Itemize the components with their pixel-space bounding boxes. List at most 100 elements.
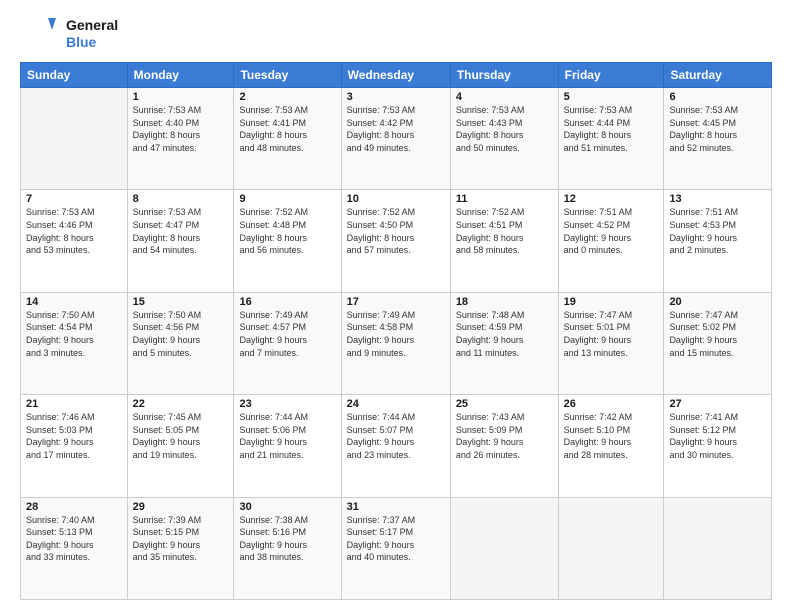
- calendar-cell: 10Sunrise: 7:52 AMSunset: 4:50 PMDayligh…: [341, 190, 450, 292]
- day-info: Sunrise: 7:46 AMSunset: 5:03 PMDaylight:…: [26, 411, 122, 461]
- column-header-saturday: Saturday: [664, 63, 772, 88]
- day-info: Sunrise: 7:49 AMSunset: 4:58 PMDaylight:…: [347, 309, 445, 359]
- calendar-cell: 4Sunrise: 7:53 AMSunset: 4:43 PMDaylight…: [450, 88, 558, 190]
- calendar-cell: 21Sunrise: 7:46 AMSunset: 5:03 PMDayligh…: [21, 395, 128, 497]
- day-info: Sunrise: 7:52 AMSunset: 4:51 PMDaylight:…: [456, 206, 553, 256]
- calendar-cell: 31Sunrise: 7:37 AMSunset: 5:17 PMDayligh…: [341, 497, 450, 599]
- column-header-thursday: Thursday: [450, 63, 558, 88]
- calendar-cell: 30Sunrise: 7:38 AMSunset: 5:16 PMDayligh…: [234, 497, 341, 599]
- day-number: 31: [347, 501, 445, 513]
- day-number: 28: [26, 501, 122, 513]
- day-number: 19: [564, 296, 659, 308]
- calendar-cell: 28Sunrise: 7:40 AMSunset: 5:13 PMDayligh…: [21, 497, 128, 599]
- day-number: 2: [239, 91, 335, 103]
- day-number: 3: [347, 91, 445, 103]
- day-number: 11: [456, 193, 553, 205]
- calendar-cell: 25Sunrise: 7:43 AMSunset: 5:09 PMDayligh…: [450, 395, 558, 497]
- day-number: 6: [669, 91, 766, 103]
- day-number: 5: [564, 91, 659, 103]
- day-info: Sunrise: 7:41 AMSunset: 5:12 PMDaylight:…: [669, 411, 766, 461]
- day-info: Sunrise: 7:53 AMSunset: 4:42 PMDaylight:…: [347, 104, 445, 154]
- day-info: Sunrise: 7:43 AMSunset: 5:09 PMDaylight:…: [456, 411, 553, 461]
- calendar-cell: 11Sunrise: 7:52 AMSunset: 4:51 PMDayligh…: [450, 190, 558, 292]
- day-info: Sunrise: 7:51 AMSunset: 4:52 PMDaylight:…: [564, 206, 659, 256]
- calendar-cell: [558, 497, 664, 599]
- calendar-cell: 9Sunrise: 7:52 AMSunset: 4:48 PMDaylight…: [234, 190, 341, 292]
- day-number: 23: [239, 398, 335, 410]
- day-info: Sunrise: 7:53 AMSunset: 4:47 PMDaylight:…: [133, 206, 229, 256]
- logo: GeneralBlue: [20, 16, 118, 52]
- day-info: Sunrise: 7:49 AMSunset: 4:57 PMDaylight:…: [239, 309, 335, 359]
- day-info: Sunrise: 7:48 AMSunset: 4:59 PMDaylight:…: [456, 309, 553, 359]
- page: GeneralBlue SundayMondayTuesdayWednesday…: [0, 0, 792, 612]
- day-number: 12: [564, 193, 659, 205]
- calendar-cell: 3Sunrise: 7:53 AMSunset: 4:42 PMDaylight…: [341, 88, 450, 190]
- calendar-cell: 19Sunrise: 7:47 AMSunset: 5:01 PMDayligh…: [558, 292, 664, 394]
- day-info: Sunrise: 7:50 AMSunset: 4:56 PMDaylight:…: [133, 309, 229, 359]
- day-info: Sunrise: 7:53 AMSunset: 4:41 PMDaylight:…: [239, 104, 335, 154]
- calendar-cell: 2Sunrise: 7:53 AMSunset: 4:41 PMDaylight…: [234, 88, 341, 190]
- day-info: Sunrise: 7:52 AMSunset: 4:50 PMDaylight:…: [347, 206, 445, 256]
- day-number: 16: [239, 296, 335, 308]
- day-info: Sunrise: 7:52 AMSunset: 4:48 PMDaylight:…: [239, 206, 335, 256]
- day-number: 20: [669, 296, 766, 308]
- day-number: 29: [133, 501, 229, 513]
- calendar-cell: [664, 497, 772, 599]
- day-number: 9: [239, 193, 335, 205]
- column-header-tuesday: Tuesday: [234, 63, 341, 88]
- calendar-cell: 14Sunrise: 7:50 AMSunset: 4:54 PMDayligh…: [21, 292, 128, 394]
- day-number: 17: [347, 296, 445, 308]
- day-info: Sunrise: 7:40 AMSunset: 5:13 PMDaylight:…: [26, 514, 122, 564]
- header: GeneralBlue: [20, 16, 772, 52]
- day-info: Sunrise: 7:44 AMSunset: 5:07 PMDaylight:…: [347, 411, 445, 461]
- calendar-cell: 16Sunrise: 7:49 AMSunset: 4:57 PMDayligh…: [234, 292, 341, 394]
- calendar-cell: 29Sunrise: 7:39 AMSunset: 5:15 PMDayligh…: [127, 497, 234, 599]
- calendar-cell: 8Sunrise: 7:53 AMSunset: 4:47 PMDaylight…: [127, 190, 234, 292]
- day-info: Sunrise: 7:47 AMSunset: 5:02 PMDaylight:…: [669, 309, 766, 359]
- day-number: 30: [239, 501, 335, 513]
- day-number: 13: [669, 193, 766, 205]
- column-header-sunday: Sunday: [21, 63, 128, 88]
- day-number: 18: [456, 296, 553, 308]
- column-header-wednesday: Wednesday: [341, 63, 450, 88]
- calendar-cell: 20Sunrise: 7:47 AMSunset: 5:02 PMDayligh…: [664, 292, 772, 394]
- day-number: 14: [26, 296, 122, 308]
- calendar-cell: 7Sunrise: 7:53 AMSunset: 4:46 PMDaylight…: [21, 190, 128, 292]
- day-number: 1: [133, 91, 229, 103]
- day-info: Sunrise: 7:51 AMSunset: 4:53 PMDaylight:…: [669, 206, 766, 256]
- calendar-cell: 13Sunrise: 7:51 AMSunset: 4:53 PMDayligh…: [664, 190, 772, 292]
- calendar-cell: [21, 88, 128, 190]
- calendar-cell: 1Sunrise: 7:53 AMSunset: 4:40 PMDaylight…: [127, 88, 234, 190]
- logo-blue: Blue: [66, 34, 118, 51]
- calendar-cell: 27Sunrise: 7:41 AMSunset: 5:12 PMDayligh…: [664, 395, 772, 497]
- day-info: Sunrise: 7:53 AMSunset: 4:45 PMDaylight:…: [669, 104, 766, 154]
- day-info: Sunrise: 7:37 AMSunset: 5:17 PMDaylight:…: [347, 514, 445, 564]
- day-number: 7: [26, 193, 122, 205]
- calendar-cell: 18Sunrise: 7:48 AMSunset: 4:59 PMDayligh…: [450, 292, 558, 394]
- calendar-cell: 23Sunrise: 7:44 AMSunset: 5:06 PMDayligh…: [234, 395, 341, 497]
- day-info: Sunrise: 7:53 AMSunset: 4:43 PMDaylight:…: [456, 104, 553, 154]
- day-number: 24: [347, 398, 445, 410]
- logo-general: General: [66, 17, 118, 34]
- day-number: 10: [347, 193, 445, 205]
- day-number: 26: [564, 398, 659, 410]
- day-number: 15: [133, 296, 229, 308]
- day-info: Sunrise: 7:44 AMSunset: 5:06 PMDaylight:…: [239, 411, 335, 461]
- day-info: Sunrise: 7:47 AMSunset: 5:01 PMDaylight:…: [564, 309, 659, 359]
- day-number: 8: [133, 193, 229, 205]
- column-header-monday: Monday: [127, 63, 234, 88]
- calendar-cell: 6Sunrise: 7:53 AMSunset: 4:45 PMDaylight…: [664, 88, 772, 190]
- calendar-cell: 12Sunrise: 7:51 AMSunset: 4:52 PMDayligh…: [558, 190, 664, 292]
- day-number: 27: [669, 398, 766, 410]
- logo-svg: [20, 16, 60, 52]
- day-number: 21: [26, 398, 122, 410]
- day-info: Sunrise: 7:42 AMSunset: 5:10 PMDaylight:…: [564, 411, 659, 461]
- calendar-cell: 5Sunrise: 7:53 AMSunset: 4:44 PMDaylight…: [558, 88, 664, 190]
- day-info: Sunrise: 7:50 AMSunset: 4:54 PMDaylight:…: [26, 309, 122, 359]
- calendar-cell: 17Sunrise: 7:49 AMSunset: 4:58 PMDayligh…: [341, 292, 450, 394]
- calendar-cell: 15Sunrise: 7:50 AMSunset: 4:56 PMDayligh…: [127, 292, 234, 394]
- calendar-cell: 26Sunrise: 7:42 AMSunset: 5:10 PMDayligh…: [558, 395, 664, 497]
- day-info: Sunrise: 7:53 AMSunset: 4:44 PMDaylight:…: [564, 104, 659, 154]
- day-number: 25: [456, 398, 553, 410]
- calendar-cell: 22Sunrise: 7:45 AMSunset: 5:05 PMDayligh…: [127, 395, 234, 497]
